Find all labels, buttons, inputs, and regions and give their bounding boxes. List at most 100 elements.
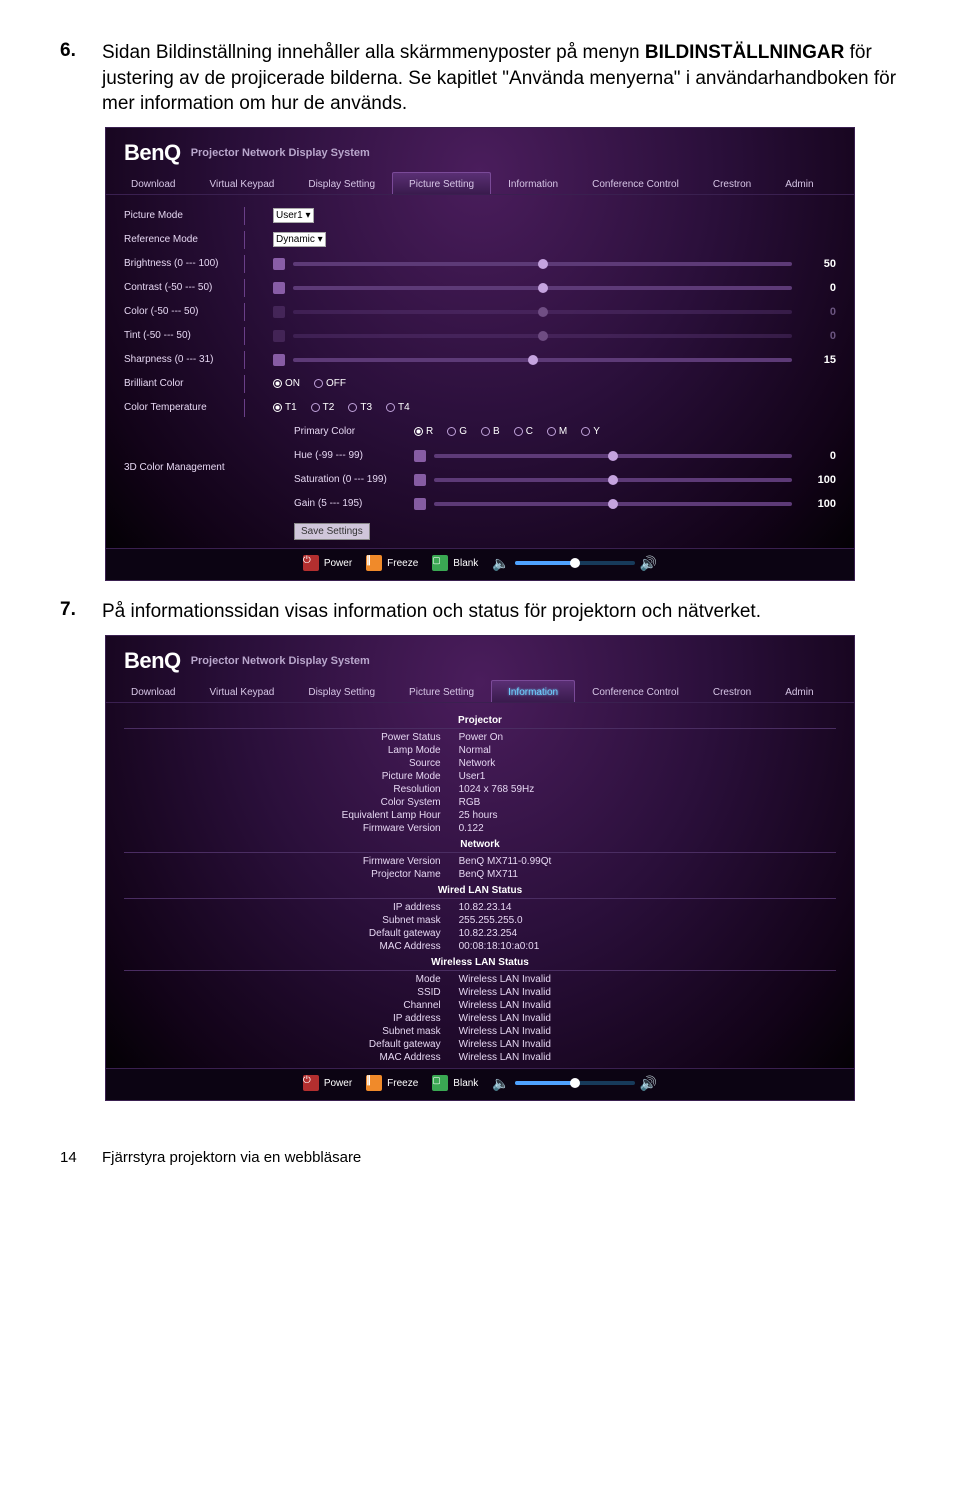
tab-virtual-keypad[interactable]: Virtual Keypad [192,172,291,194]
footer-power[interactable]: Power [303,555,352,571]
primary-r[interactable]: R [414,426,433,437]
row-color: Color (-50 --- 50) 0 [124,301,836,323]
item-number: 6. [60,40,82,117]
footer-volume[interactable]: 🔈 🔊 [492,555,657,572]
tab-crestron[interactable]: Crestron [696,680,768,702]
reference-mode-select[interactable]: Dynamic ▾ [273,232,326,247]
saturation-slider[interactable] [434,478,792,482]
sharpness-slider[interactable] [293,358,792,362]
info-value: Wireless LAN Invalid [459,1026,836,1037]
info-label: Default gateway [124,928,459,939]
info-label: IP address [124,1013,459,1024]
brilliant-on[interactable]: ON [273,378,300,389]
footer-blank[interactable]: Blank [432,555,478,571]
row-reference-mode: Reference Mode Dynamic ▾ [124,229,836,251]
volume-slider[interactable] [515,561,635,565]
tab-information[interactable]: Information [491,680,575,702]
info-row: IP addressWireless LAN Invalid [124,1012,836,1025]
gain-slider[interactable] [434,502,792,506]
divider [244,255,245,273]
tab-admin[interactable]: Admin [768,172,830,194]
section-projector: Power StatusPower OnLamp ModeNormalSourc… [124,731,836,835]
tab-conference-control[interactable]: Conference Control [575,172,696,194]
info-label: Mode [124,974,459,985]
hue-slider[interactable] [434,454,792,458]
tab-download[interactable]: Download [114,172,192,194]
info-row: Power StatusPower On [124,731,836,744]
tab-virtual-keypad[interactable]: Virtual Keypad [192,680,291,702]
row-primary-color: Primary Color R G B C M Y [124,421,836,443]
volume-slider[interactable] [515,1081,635,1085]
info-row: ChannelWireless LAN Invalid [124,999,836,1012]
info-row: Equivalent Lamp Hour25 hours [124,809,836,822]
info-label: MAC Address [124,941,459,952]
contrast-slider[interactable] [293,286,792,290]
primary-y[interactable]: Y [581,426,600,437]
radio-icon [273,379,282,388]
tab-information[interactable]: Information [491,172,575,194]
info-value: Wireless LAN Invalid [459,1039,836,1050]
info-label: Firmware Version [124,856,459,867]
row-picture-mode: Picture Mode User1 ▾ [124,205,836,227]
radio-icon [386,403,395,412]
save-settings-button[interactable]: Save Settings [294,523,370,540]
primary-b[interactable]: B [481,426,500,437]
info-value: Wireless LAN Invalid [459,1000,836,1011]
tab-admin[interactable]: Admin [768,680,830,702]
footer-freeze[interactable]: Freeze [366,1075,418,1091]
info-value: 255.255.255.0 [459,915,836,926]
label-reference-mode: Reference Mode [124,234,244,245]
radio-icon [414,427,423,436]
info-row: Firmware VersionBenQ MX711-0.99Qt [124,855,836,868]
footer-volume[interactable]: 🔈 🔊 [492,1075,657,1092]
footer-blank[interactable]: Blank [432,1075,478,1091]
radio-icon [447,427,456,436]
heading-wired: Wired LAN Status [124,885,836,899]
tab-picture-setting[interactable]: Picture Setting [392,172,491,194]
brilliant-off[interactable]: OFF [314,378,346,389]
tab-crestron[interactable]: Crestron [696,172,768,194]
brightness-slider[interactable] [293,262,792,266]
header: BenQ Projector Network Display System [106,636,854,680]
volume-up-icon: 🔊 [640,1075,657,1092]
row-brilliant-color: Brilliant Color ON OFF [124,373,836,395]
ctemp-t3[interactable]: T3 [348,402,372,413]
blank-icon [432,555,448,571]
tab-picture-setting[interactable]: Picture Setting [392,680,491,702]
tab-display-setting[interactable]: Display Setting [291,172,392,194]
volume-down-icon: 🔈 [492,555,509,572]
row-contrast: Contrast (-50 --- 50) 0 [124,277,836,299]
info-row: Lamp ModeNormal [124,744,836,757]
info-label: Resolution [124,784,459,795]
label-brilliant: Brilliant Color [124,378,244,389]
picture-mode-select[interactable]: User1 ▾ [273,208,314,223]
ctemp-t2[interactable]: T2 [311,402,335,413]
radio-icon [314,379,323,388]
primary-g[interactable]: G [447,426,467,437]
info-label: IP address [124,902,459,913]
benq-logo: BenQ [124,648,181,674]
color-slider [293,310,792,314]
gain-icon [414,498,426,510]
info-row: Subnet mask255.255.255.0 [124,914,836,927]
divider [244,231,245,249]
heading-network: Network [124,839,836,853]
ctemp-t1[interactable]: T1 [273,402,297,413]
radio-icon [581,427,590,436]
tab-conference-control[interactable]: Conference Control [575,680,696,702]
divider [244,207,245,225]
info-row: Color SystemRGB [124,796,836,809]
info-value: 10.82.23.14 [459,902,836,913]
primary-c[interactable]: C [514,426,533,437]
tabs: Download Virtual Keypad Display Setting … [106,680,854,703]
footer-power[interactable]: Power [303,1075,352,1091]
tab-display-setting[interactable]: Display Setting [291,680,392,702]
power-icon [303,1075,319,1091]
info-value: Wireless LAN Invalid [459,987,836,998]
row-sharpness: Sharpness (0 --- 31) 15 [124,349,836,371]
footer-freeze[interactable]: Freeze [366,555,418,571]
tab-download[interactable]: Download [114,680,192,702]
ctemp-t4[interactable]: T4 [386,402,410,413]
primary-m[interactable]: M [547,426,567,437]
label-brightness: Brightness (0 --- 100) [124,258,244,269]
